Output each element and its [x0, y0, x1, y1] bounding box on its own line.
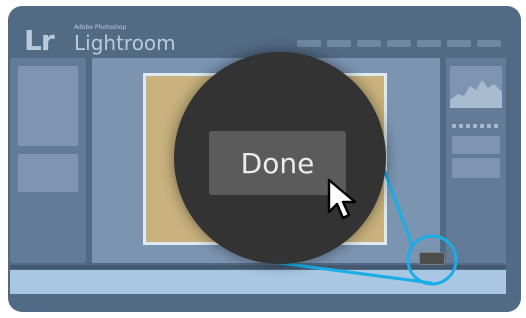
done-button-small[interactable]: [419, 252, 445, 265]
arrow-pointer-icon: [327, 178, 357, 220]
